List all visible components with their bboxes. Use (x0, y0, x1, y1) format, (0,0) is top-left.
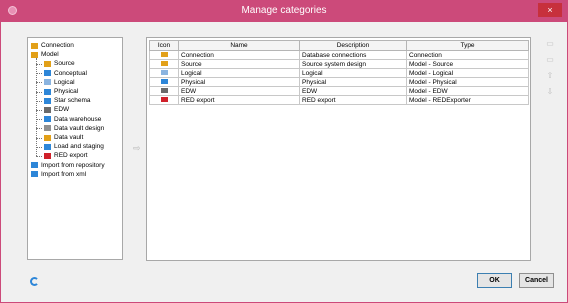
tree-item[interactable]: Load and staging (44, 142, 104, 151)
grid-cell-type: Model - REDExporter (406, 95, 529, 105)
tree-item[interactable]: Import from xml (31, 170, 86, 179)
grid-cell-name: RED export (178, 95, 300, 105)
grid-cell-description: RED export (299, 95, 407, 105)
tree-item[interactable]: RED export (44, 151, 88, 160)
edit-row-icon[interactable]: ▭ (545, 56, 555, 64)
physical-icon (44, 88, 51, 95)
tree-item-label: Logical (54, 78, 75, 86)
conceptual-icon (44, 70, 51, 77)
grid-cell-icon (149, 50, 179, 60)
grid-cell-type: Model - Physical (406, 77, 529, 87)
tree-item-label: Import from repository (41, 161, 105, 169)
data-warehouse-icon (44, 116, 51, 123)
refresh-icon[interactable] (30, 277, 39, 286)
tree-item-label: Load and staging (54, 143, 104, 151)
dialog-title: Manage categories (241, 5, 327, 16)
cancel-button[interactable]: Cancel (519, 273, 554, 288)
grid-cell-icon (149, 59, 179, 69)
tree-item[interactable]: Source (44, 59, 75, 68)
ok-button[interactable]: OK (477, 273, 512, 288)
source-icon (44, 60, 51, 67)
tree-item-label: Source (54, 60, 75, 68)
tree-item[interactable]: Data warehouse (44, 115, 101, 124)
tree-item[interactable]: Logical (44, 78, 75, 87)
tree-item-label: Model (41, 51, 59, 59)
tree-item[interactable]: Import from repository (31, 161, 105, 170)
import-repository-icon (31, 162, 38, 169)
edw-icon (160, 87, 168, 93)
red-export-icon (160, 96, 168, 102)
grid-cell-icon (149, 77, 179, 87)
grid-cell-name: Physical (178, 77, 300, 87)
tree-item-label: Physical (54, 88, 79, 95)
tree-item-label: EDW (54, 106, 70, 114)
connection-icon (31, 42, 38, 49)
grid-cell-type: Model - EDW (406, 86, 529, 96)
tree-item[interactable]: Data vault design (44, 124, 104, 133)
move-up-arrow-icon[interactable]: ⇧ (545, 72, 555, 80)
tree-item-label: Data warehouse (54, 115, 102, 123)
grid-cell-icon (149, 86, 179, 96)
star-schema-icon (44, 97, 51, 104)
add-row-icon[interactable]: ▭ (545, 40, 555, 48)
source-icon (160, 60, 168, 66)
edw-icon (44, 106, 51, 113)
tree-item[interactable]: Physical (44, 87, 78, 96)
category-grid: Icon Name Description Type Connection Dat… (146, 37, 531, 261)
grid-cell-description: Source system design (299, 59, 407, 69)
dialog-titlebar: Manage categories × (0, 0, 568, 22)
category-tree[interactable]: Connection Model Source Conceptual Logical Ph… (27, 37, 123, 260)
tree-item-label: RED export (54, 152, 88, 160)
data-vault-icon (44, 134, 51, 141)
grid-row[interactable]: EDW EDW Model - EDW (149, 86, 529, 96)
grid-cell-name: Source (178, 59, 300, 69)
grid-cell-description: Logical (299, 68, 407, 78)
tree-item-label: Conceptual (54, 69, 87, 77)
tree-connector-vertical (36, 58, 37, 157)
grid-cell-icon (149, 95, 179, 105)
grid-row[interactable]: Physical Physical Model - Physical (149, 77, 529, 87)
grid-cell-name: Connection (178, 50, 300, 60)
tree-item[interactable]: Connection (31, 41, 74, 50)
grid-cell-icon (149, 68, 179, 78)
logical-icon (160, 69, 168, 75)
tree-item[interactable]: Data vault (44, 133, 83, 142)
grid-row[interactable]: Source Source system design Model - Source (149, 59, 529, 69)
close-button[interactable]: × (538, 3, 562, 17)
column-header-name[interactable]: Name (178, 40, 300, 51)
grid-cell-type: Model - Logical (406, 68, 529, 78)
connection-icon (160, 51, 168, 57)
model-icon (31, 51, 38, 58)
tree-item-label: Import from xml (41, 170, 87, 178)
move-to-grid-arrow-icon[interactable]: ⇨ (133, 143, 141, 154)
grid-cell-name: EDW (178, 86, 300, 96)
grid-row[interactable]: Connection Database connections Connection (149, 50, 529, 60)
move-down-arrow-icon[interactable]: ⇩ (545, 88, 555, 96)
tree-item-label: Connection (41, 42, 74, 49)
grid-cell-type: Model - Source (406, 59, 529, 69)
column-header-type[interactable]: Type (406, 40, 529, 51)
tree-item-label: Star schema (54, 97, 91, 105)
column-header-description[interactable]: Description (299, 40, 407, 51)
tree-item[interactable]: Conceptual (44, 69, 87, 78)
grid-row[interactable]: RED export RED export Model - REDExporter (149, 95, 529, 105)
tree-item[interactable]: EDW (44, 105, 69, 114)
grid-row[interactable]: Logical Logical Model - Logical (149, 68, 529, 78)
data-vault-design-icon (44, 125, 51, 132)
logical-icon (44, 79, 51, 86)
tree-item-label: Data vault (54, 134, 84, 141)
tree-item-label: Data vault design (54, 124, 105, 132)
tree-item[interactable]: Star schema (44, 96, 91, 105)
red-export-icon (44, 152, 51, 159)
grid-cell-description: Database connections (299, 50, 407, 60)
physical-icon (160, 78, 168, 84)
import-xml-icon (31, 171, 38, 178)
grid-cell-name: Logical (178, 68, 300, 78)
grid-cell-description: EDW (299, 86, 407, 96)
column-header-icon[interactable]: Icon (149, 40, 179, 51)
grid-cell-type: Connection (406, 50, 529, 60)
load-staging-icon (44, 143, 51, 150)
grid-cell-description: Physical (299, 77, 407, 87)
